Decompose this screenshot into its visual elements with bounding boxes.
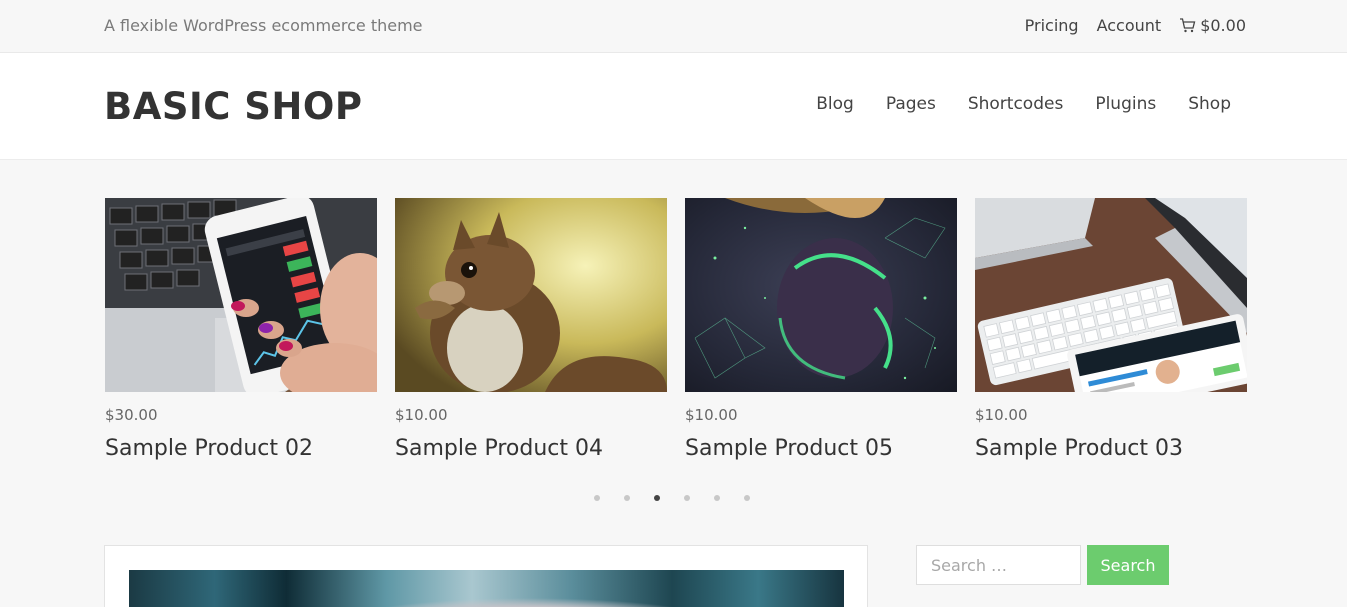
product-price: $10.00	[395, 406, 448, 424]
product-carousel: $30.00 Sample Product 02 $10.00 Sample P…	[105, 198, 1247, 461]
product-title[interactable]: Sample Product 02	[105, 436, 377, 461]
search-input[interactable]	[916, 545, 1081, 585]
carousel-dot[interactable]	[624, 495, 630, 501]
nav-blog[interactable]: Blog	[816, 94, 854, 114]
product-card[interactable]: $10.00 Sample Product 04	[395, 198, 667, 461]
nav-shortcodes[interactable]: Shortcodes	[968, 94, 1063, 114]
site-logo[interactable]: BASIC SHOP	[104, 85, 362, 128]
cart-link[interactable]: $0.00	[1179, 16, 1246, 35]
product-image-phone[interactable]	[105, 198, 377, 392]
product-image-squirrel[interactable]	[395, 198, 667, 392]
product-image-abstract[interactable]	[685, 198, 957, 392]
carousel-dot[interactable]	[714, 495, 720, 501]
cart-total: $0.00	[1200, 16, 1246, 35]
cart-icon	[1180, 18, 1196, 33]
site-header: BASIC SHOP Blog Pages Shortcodes Plugins…	[0, 53, 1347, 160]
account-link[interactable]: Account	[1097, 16, 1162, 35]
carousel-dot-active[interactable]	[654, 495, 660, 501]
product-price: $10.00	[975, 406, 1028, 424]
carousel-dot[interactable]	[594, 495, 600, 501]
site-tagline: A flexible WordPress ecommerce theme	[104, 16, 423, 35]
product-title[interactable]: Sample Product 04	[395, 436, 667, 461]
sidebar-search: Search	[916, 545, 1169, 585]
search-button[interactable]: Search	[1087, 545, 1169, 585]
carousel-dot[interactable]	[744, 495, 750, 501]
nav-shop[interactable]: Shop	[1188, 94, 1231, 114]
nav-pages[interactable]: Pages	[886, 94, 936, 114]
carousel-dot[interactable]	[684, 495, 690, 501]
featured-post-image[interactable]	[129, 570, 844, 607]
product-price: $10.00	[685, 406, 738, 424]
product-price: $30.00	[105, 406, 158, 424]
featured-post	[104, 545, 868, 607]
product-card[interactable]: $10.00 Sample Product 03	[975, 198, 1247, 461]
top-bar: A flexible WordPress ecommerce theme Pri…	[0, 0, 1347, 53]
product-card[interactable]: $10.00 Sample Product 05	[685, 198, 957, 461]
product-title[interactable]: Sample Product 05	[685, 436, 957, 461]
carousel-pagination	[594, 495, 750, 501]
product-image-keyboard[interactable]	[975, 198, 1247, 392]
product-title[interactable]: Sample Product 03	[975, 436, 1247, 461]
top-links: Pricing Account $0.00	[1025, 16, 1246, 35]
nav-plugins[interactable]: Plugins	[1095, 94, 1156, 114]
pricing-link[interactable]: Pricing	[1025, 16, 1079, 35]
product-card[interactable]: $30.00 Sample Product 02	[105, 198, 377, 461]
main-nav: Blog Pages Shortcodes Plugins Shop	[816, 94, 1231, 114]
